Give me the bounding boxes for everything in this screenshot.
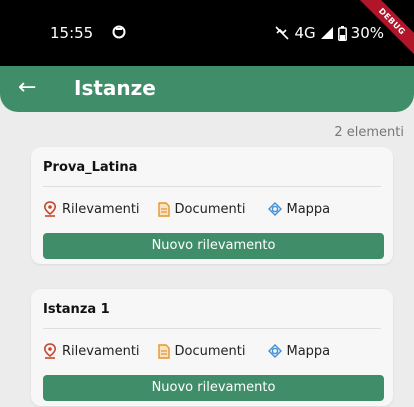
battery-percent: 30% <box>350 24 384 42</box>
item-count: 2 elementi <box>334 125 404 140</box>
mappa-link[interactable]: Mappa <box>267 343 331 359</box>
map-target-icon <box>267 202 282 216</box>
circle-status-icon <box>112 25 126 39</box>
rilevamenti-label: Rilevamenti <box>62 201 140 217</box>
mappa-link[interactable]: Mappa <box>267 201 331 217</box>
rilevamenti-link[interactable]: Rilevamenti <box>43 343 140 359</box>
mappa-label: Mappa <box>286 343 331 359</box>
nuovo-rilevamento-button[interactable]: Nuovo rilevamento <box>43 233 384 259</box>
card-actions: Rilevamenti Documenti Mappa <box>43 199 330 219</box>
documenti-label: Documenti <box>174 343 246 359</box>
network-type: 4G <box>294 24 316 42</box>
documenti-link[interactable]: Documenti <box>157 343 246 359</box>
location-pin-icon <box>43 201 57 217</box>
instance-card: Istanza 1 Rilevamenti Documenti Mappa Nu… <box>31 289 393 406</box>
signal-icon <box>320 27 333 39</box>
card-actions: Rilevamenti Documenti Mappa <box>43 341 330 361</box>
documenti-link[interactable]: Documenti <box>157 201 246 217</box>
document-icon <box>157 201 170 217</box>
status-bar: 15:55 4G 30% DEBUG <box>0 0 414 66</box>
instance-card: Prova_Latina Rilevamenti Documenti Mappa… <box>31 147 393 264</box>
documenti-label: Documenti <box>174 201 246 217</box>
status-time: 15:55 <box>50 24 94 42</box>
status-icons: 4G 30% <box>274 24 384 42</box>
card-divider <box>43 186 381 187</box>
page-title: Istanze <box>74 76 156 100</box>
no-sim-icon <box>275 26 290 40</box>
arrow-left-icon[interactable]: ← <box>18 75 44 101</box>
mappa-label: Mappa <box>286 201 331 217</box>
card-divider <box>43 328 381 329</box>
map-target-icon <box>267 344 282 358</box>
instance-name: Prova_Latina <box>43 160 138 175</box>
instance-name: Istanza 1 <box>43 302 110 317</box>
nuovo-rilevamento-button[interactable]: Nuovo rilevamento <box>43 375 384 401</box>
location-pin-icon <box>43 343 57 359</box>
document-icon <box>157 343 170 359</box>
battery-icon <box>337 25 347 41</box>
rilevamenti-link[interactable]: Rilevamenti <box>43 201 140 217</box>
app-bar: ← Istanze <box>0 66 414 112</box>
rilevamenti-label: Rilevamenti <box>62 343 140 359</box>
